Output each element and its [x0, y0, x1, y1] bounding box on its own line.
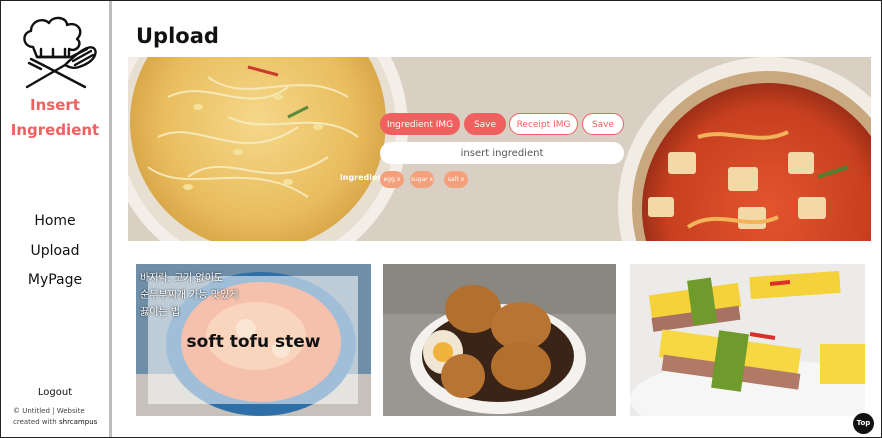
- ingredient-input[interactable]: [380, 142, 624, 164]
- receipt-img-button[interactable]: Receipt IMG: [509, 113, 578, 135]
- egg-roll-sushi-image: [630, 264, 865, 416]
- ingredient-tag[interactable]: egg x: [380, 171, 404, 188]
- recipe-card[interactable]: [383, 264, 616, 416]
- braised-eggs-image: [383, 264, 616, 416]
- card-title: soft tofu stew: [186, 332, 321, 352]
- chef-logo-icon: [23, 16, 97, 89]
- sidebar: Insert Ingredient Home Upload MyPage Log…: [1, 1, 109, 437]
- scroll-top-button[interactable]: Top: [853, 413, 874, 434]
- copyright: © Untitled | Website created with shrcam…: [13, 406, 107, 428]
- brand-line-2: Ingredient: [10, 121, 100, 139]
- brand-line-1: Insert: [30, 96, 80, 114]
- sidebar-divider: [109, 1, 112, 437]
- save-ingredient-button[interactable]: Save: [464, 113, 506, 135]
- card-korean-caption: 바지락, 고기 없이도 순두부찌개 가능 맛있게 끓이는 법: [140, 273, 239, 318]
- nav-home[interactable]: Home: [1, 207, 109, 237]
- nav-upload[interactable]: Upload: [1, 237, 109, 267]
- save-receipt-button[interactable]: Save: [582, 113, 624, 135]
- brand-name: Insert Ingredient: [1, 93, 109, 143]
- recipe-card[interactable]: 바지락, 고기 없이도 순두부찌개 가능 맛있게 끓이는 법 soft tofu s…: [136, 264, 371, 416]
- ingredient-tag[interactable]: salt x: [444, 171, 468, 188]
- logout-link[interactable]: Logout: [1, 387, 109, 398]
- main-nav: Home Upload MyPage: [1, 207, 109, 296]
- ingredient-img-button[interactable]: Ingredient IMG: [380, 113, 460, 135]
- recipe-card[interactable]: [630, 264, 865, 416]
- nav-mypage[interactable]: MyPage: [1, 266, 109, 296]
- copyright-author[interactable]: shrcampus: [59, 418, 97, 426]
- page-title: Upload: [136, 24, 219, 48]
- ingredient-tag[interactable]: sugar x: [410, 171, 434, 188]
- upload-hero: Ingredient IMG Save Receipt IMG Save ing…: [128, 57, 871, 241]
